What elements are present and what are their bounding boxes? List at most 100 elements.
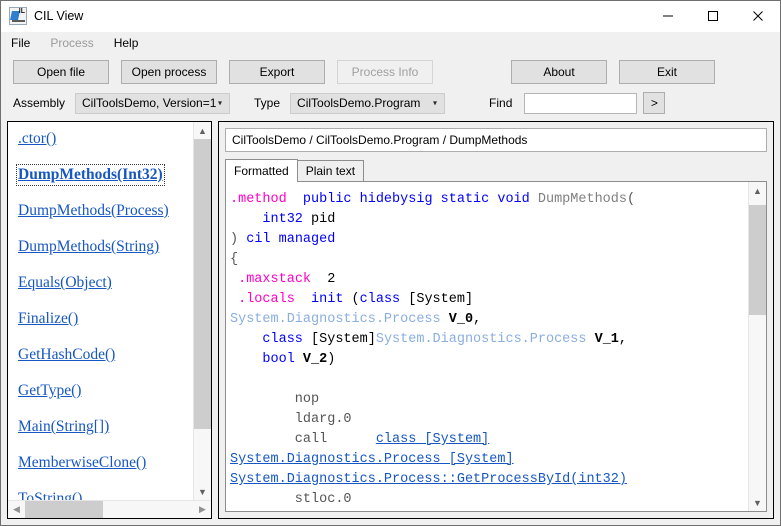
- code-token-dir: .locals: [238, 292, 295, 307]
- scroll-right-icon[interactable]: ▶: [194, 501, 211, 518]
- code-token-link[interactable]: System.Diagnostics.Process::GetProcessBy…: [230, 472, 627, 487]
- maximize-button[interactable]: [690, 1, 735, 31]
- hscroll-thumb: [25, 501, 103, 518]
- code-token-var: V_0: [448, 312, 474, 327]
- code-area: .method public hidebysig static void Dum…: [225, 181, 767, 512]
- method-link-tostring[interactable]: ToString(): [18, 490, 82, 500]
- close-button[interactable]: [735, 1, 780, 31]
- method-link-equals-object[interactable]: Equals(Object): [18, 274, 112, 292]
- code-token-plain: (: [343, 292, 360, 307]
- caption-button-group: [645, 1, 780, 31]
- scroll-down-icon[interactable]: ▼: [194, 483, 211, 500]
- scroll-track[interactable]: [749, 199, 766, 494]
- scroll-up-icon[interactable]: ▲: [749, 182, 766, 199]
- assembly-combobox[interactable]: CilToolsDemo, Version=1 ▾: [75, 92, 231, 114]
- method-link-main-string-array[interactable]: Main(String[]): [18, 418, 109, 436]
- type-combobox[interactable]: CilToolsDemo.Program ▾: [290, 92, 446, 114]
- tab-formatted[interactable]: Formatted: [225, 159, 298, 182]
- about-button[interactable]: About: [511, 60, 607, 84]
- tab-strip: Formatted Plain text: [225, 159, 767, 182]
- code-token-link[interactable]: class [System]: [376, 432, 489, 447]
- minimize-button[interactable]: [645, 1, 690, 31]
- code-token-plain: ,: [473, 312, 482, 327]
- scroll-left-icon[interactable]: ◀: [8, 501, 25, 518]
- scroll-track[interactable]: [194, 139, 211, 483]
- menu-item-file[interactable]: File: [9, 34, 39, 52]
- code-token-op: call: [230, 432, 328, 447]
- find-input[interactable]: [524, 92, 638, 114]
- exit-button[interactable]: Exit: [619, 60, 715, 84]
- method-list: .ctor() DumpMethods(Int32) DumpMethods(P…: [8, 122, 193, 500]
- method-link-dumpmethods-process[interactable]: DumpMethods(Process): [18, 202, 169, 220]
- scroll-down-icon[interactable]: ▼: [749, 494, 766, 511]
- code-token-kw: int32: [262, 212, 303, 227]
- code-token-op: {: [230, 252, 239, 267]
- cil-code-text[interactable]: .method public hidebysig static void Dum…: [230, 190, 744, 511]
- method-link-dumpmethods-string[interactable]: DumpMethods(String): [18, 238, 159, 256]
- open-file-button[interactable]: Open file: [13, 60, 109, 84]
- method-link-gettype[interactable]: GetType(): [18, 382, 81, 400]
- code-token-kw: init: [311, 292, 344, 307]
- code-token-kw: class: [359, 292, 401, 307]
- code-vertical-scrollbar[interactable]: ▲ ▼: [748, 182, 766, 511]
- code-token-op: ): [230, 232, 239, 247]
- code-token-kw: cil managed: [246, 232, 336, 247]
- code-token-kw: bool: [262, 352, 295, 367]
- method-list-panel: .ctor() DumpMethods(Int32) DumpMethods(P…: [7, 121, 212, 519]
- hscroll-track[interactable]: [25, 501, 194, 518]
- code-token-type: System.Diagnostics.Process: [375, 332, 587, 347]
- method-list-horizontal-scrollbar[interactable]: ◀ ▶: [8, 500, 211, 518]
- code-token-type: System.Diagnostics.Process: [230, 312, 441, 327]
- code-token-plain: ): [327, 352, 336, 367]
- code-view-panel: CilToolsDemo / CilToolsDemo.Program / Du…: [218, 121, 774, 519]
- scroll-thumb: [749, 205, 766, 315]
- code-token-plain: pid: [302, 212, 336, 227]
- type-combobox-value: CilToolsDemo.Program: [297, 96, 421, 110]
- code-token-plain: 2: [311, 272, 336, 287]
- title-bar: IL CIL View: [1, 1, 780, 32]
- method-link-gethashcode[interactable]: GetHashCode(): [18, 346, 115, 364]
- close-icon: [752, 11, 763, 21]
- chevron-down-icon: ▾: [218, 98, 223, 108]
- method-list-vertical-scrollbar[interactable]: ▲ ▼: [193, 122, 211, 500]
- code-token-dir: .maxstack: [238, 272, 312, 287]
- export-button[interactable]: Export: [229, 60, 325, 84]
- menu-item-process: Process: [50, 36, 94, 50]
- code-token-op: stloc.0: [230, 492, 352, 507]
- assembly-label: Assembly: [13, 96, 66, 110]
- process-info-button: Process Info: [337, 60, 433, 84]
- chevron-down-icon: ▾: [433, 98, 438, 108]
- open-process-button[interactable]: Open process: [121, 60, 217, 84]
- main-content: .ctor() DumpMethods(Int32) DumpMethods(P…: [1, 115, 780, 525]
- code-token-dir: .method: [230, 192, 287, 207]
- scroll-thumb: [194, 139, 211, 429]
- method-link-dumpmethods-int32[interactable]: DumpMethods(Int32): [16, 164, 165, 186]
- window-title: CIL View: [34, 9, 84, 23]
- code-token-plain: [System]: [302, 332, 376, 347]
- find-go-button[interactable]: >: [643, 92, 666, 114]
- method-link-ctor[interactable]: .ctor(): [18, 130, 56, 148]
- method-list-body: .ctor() DumpMethods(Int32) DumpMethods(P…: [8, 122, 211, 500]
- code-token-op: nop: [230, 392, 320, 407]
- code-scroll-region[interactable]: .method public hidebysig static void Dum…: [226, 182, 748, 511]
- code-token-kw: class: [262, 332, 303, 347]
- menu-bar: File Process Help: [1, 32, 780, 54]
- code-token-link[interactable]: System.Diagnostics.Process [System]: [230, 452, 514, 467]
- code-token-var: V_2: [302, 352, 328, 367]
- cil-view-app-icon: IL: [9, 7, 27, 25]
- method-link-memberwiseclone[interactable]: MemberwiseClone(): [18, 454, 146, 472]
- find-label: Find: [489, 96, 513, 110]
- menu-item-help[interactable]: Help: [112, 34, 148, 52]
- tab-plain-text[interactable]: Plain text: [296, 160, 365, 181]
- scroll-up-icon[interactable]: ▲: [194, 122, 211, 139]
- method-link-finalize[interactable]: Finalize(): [18, 310, 78, 328]
